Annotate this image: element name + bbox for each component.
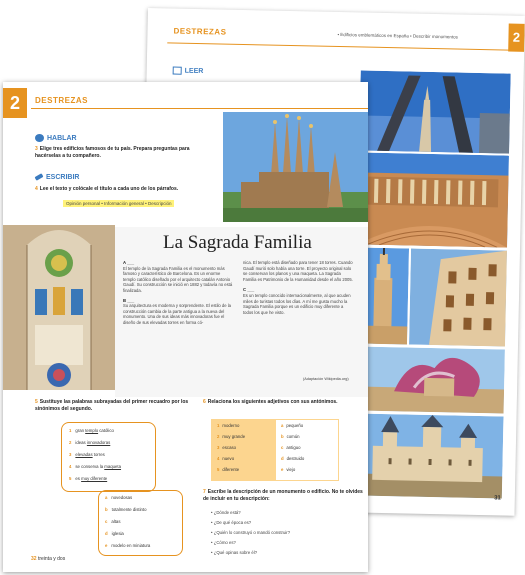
exercise-text: Relaciona los siguientes adjetivos con s… <box>207 399 338 405</box>
book-icon <box>172 66 182 75</box>
list-item: 1 gran templo católico <box>69 428 114 433</box>
photo-roman-theatre <box>357 152 509 248</box>
page-header: DESTREZAS <box>35 96 88 105</box>
exercise-6-task: 6 Relaciona los siguientes adjetivos con … <box>203 399 363 406</box>
page-number-words: treinta y dos <box>37 556 66 562</box>
back-unit-tab: 2 <box>508 23 525 52</box>
task-number: 4 <box>35 186 38 192</box>
list-item: d destruido <box>281 456 305 461</box>
exercise-number: 7 <box>203 489 206 495</box>
list-item: c antiguo <box>281 445 301 450</box>
article-source: (Adaptación Wikipedia.org) <box>303 377 349 381</box>
back-page-number: 31 <box>494 495 501 502</box>
photo-sagrada-familia-interior <box>3 225 115 390</box>
escribir-task: 4 Lee el texto y colócale el título a cad… <box>35 186 215 193</box>
list-item: b totalmente distinto <box>105 507 147 512</box>
task-number: 3 <box>35 146 38 152</box>
task-text: Lee el texto y colócale el título a cada… <box>39 186 179 192</box>
hablar-task: 3 Elige tres edificios famosos de tu país… <box>35 146 215 160</box>
paragraph-c-text: Es un templo conocido internacionalmente… <box>243 292 351 315</box>
article-title: La Sagrada Familia <box>163 232 312 253</box>
exercise-number: 5 <box>35 399 38 405</box>
back-header-rule <box>167 42 525 51</box>
antonyms-table: 1 moderno 2 muy grande 3 escaso 4 nuevo 5 dif… <box>211 419 339 481</box>
list-item: • ¿Qué opinas sobre él? <box>211 550 258 555</box>
list-item: 2 muy grande <box>217 434 246 439</box>
back-page-header: DESTREZAS <box>173 26 227 37</box>
list-item: 5 diferente <box>217 467 240 472</box>
list-item: 1 moderno <box>217 423 240 428</box>
list-item: b común <box>281 434 300 439</box>
article-column-left: A ___ El templo de la Sagrada Familia es… <box>123 260 233 326</box>
list-item: • ¿Dónde está? <box>211 510 241 515</box>
leer-section-title: LEER <box>172 66 204 76</box>
exercise-number: 6 <box>203 399 206 405</box>
header-rule <box>31 108 368 109</box>
escribir-label: ESCRIBIR <box>46 174 80 181</box>
leer-label: LEER <box>184 67 204 76</box>
hablar-section-title: HABLAR <box>35 134 77 142</box>
page-number-value: 32 <box>31 556 37 562</box>
task-text: Elige tres edificios famosos de tu país.… <box>35 146 190 159</box>
list-item: 2 ideas innovadoras <box>69 440 111 445</box>
list-item: a pequeño <box>281 423 304 428</box>
list-item: • ¿Quién lo construyó o mandó construir? <box>211 530 291 535</box>
escribir-section-title: ESCRIBIR <box>34 173 80 181</box>
photo-kio-towers <box>359 70 511 154</box>
back-page-subheader: • Edificios emblemáticos en España • Des… <box>337 31 458 40</box>
paragraph-b-text: Su arquitectura es moderna y sorprendent… <box>123 303 232 325</box>
list-item: e modelo en miniatura <box>105 543 151 548</box>
exercise-7-task: 7 Escribe la descripción de un monumento … <box>203 489 363 503</box>
list-item: e viejo <box>281 467 296 472</box>
photo-alcazar-segovia <box>351 413 504 499</box>
list-item: • ¿Cómo es? <box>211 540 236 545</box>
exercise-5-task: 5 Sustituye las palabras subrayadas del p… <box>35 399 200 413</box>
list-item: 4 nuevo <box>217 456 235 461</box>
exercise-text: Sustituye las palabras subrayadas del pr… <box>35 399 189 412</box>
list-item: d iglesia <box>105 531 124 536</box>
paragraph-b-continued: nica. El templo está diseñado para tener… <box>243 260 353 282</box>
list-item: 4 se conserva la maqueta <box>69 464 122 469</box>
front-page: 2 DESTREZAS HABLAR 3 Elige tres edificios… <box>3 82 368 572</box>
speech-bubble-icon <box>35 134 44 142</box>
list-item: • ¿De qué época es? <box>211 520 252 525</box>
photo-sagrada-familia-exterior <box>223 112 368 222</box>
unit-tab: 2 <box>3 88 27 118</box>
list-item: a novedosas <box>105 495 133 500</box>
list-item: 3 elevadas torres <box>69 452 105 457</box>
exercise-text: Escribe la descripción de un monumento o… <box>203 489 363 502</box>
article-column-right: nica. El templo está diseñado para tener… <box>243 260 353 315</box>
pencil-icon <box>34 173 44 181</box>
list-item: 3 escaso <box>217 445 237 450</box>
list-item: 5 es muy diferente <box>69 476 108 481</box>
photo-gehry-building <box>353 346 505 414</box>
photo-building-balconies <box>409 248 507 347</box>
paragraph-title-options: Opinión personal • Información general •… <box>63 200 175 207</box>
hablar-label: HABLAR <box>47 134 77 142</box>
page-number: 32 treinta y dos <box>31 556 65 562</box>
paragraph-a-text: El templo de la Sagrada Familia es el mo… <box>123 265 233 293</box>
list-item: c altas <box>105 519 121 524</box>
